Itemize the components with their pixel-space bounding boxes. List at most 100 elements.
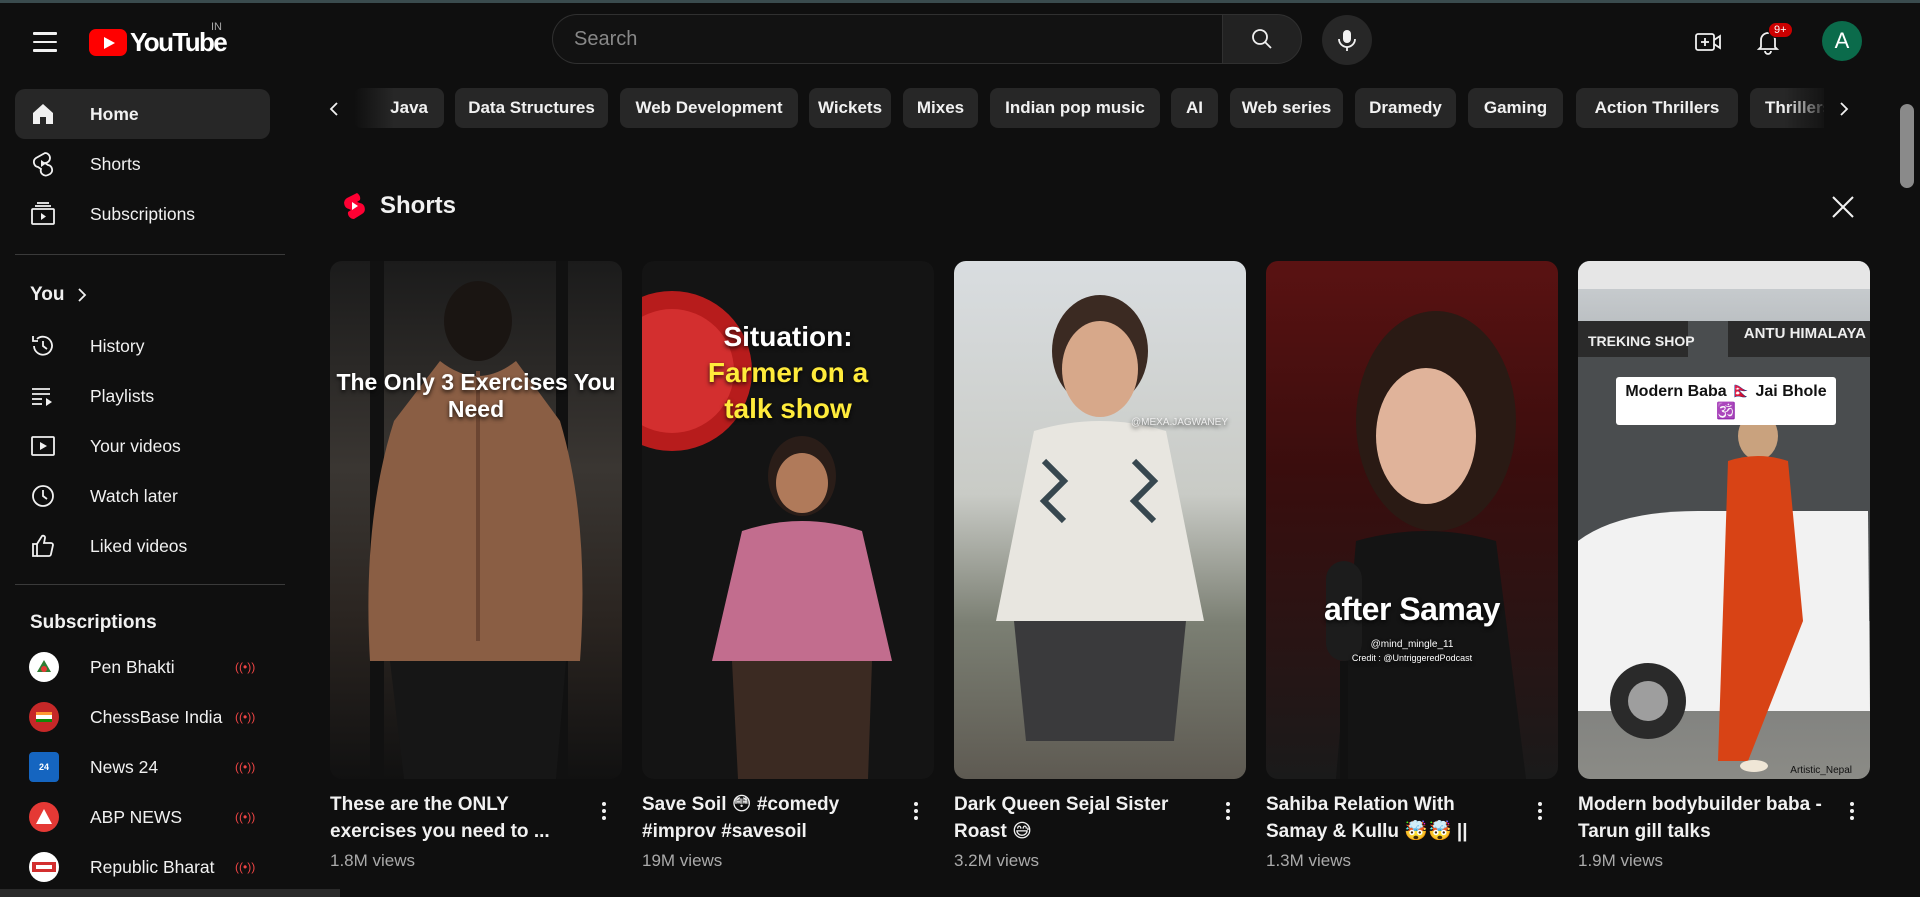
thumbnail-overlay-text: Situation: Farmer on a talk show bbox=[642, 319, 934, 427]
sidebar-item-liked-videos[interactable]: Liked videos bbox=[15, 521, 270, 571]
chip[interactable]: Indian pop music bbox=[990, 88, 1160, 128]
chip-scroll-right-button[interactable] bbox=[1824, 88, 1864, 130]
sidebar-item-history[interactable]: History bbox=[15, 321, 270, 371]
history-icon bbox=[29, 332, 57, 360]
dismiss-shorts-button[interactable] bbox=[1826, 190, 1860, 224]
chevron-right-icon bbox=[1840, 102, 1849, 116]
sidebar-item-subscriptions[interactable]: Subscriptions bbox=[15, 189, 270, 239]
subscription-label: ABP NEWS bbox=[90, 806, 183, 827]
home-icon bbox=[29, 100, 57, 128]
short-title[interactable]: Dark Queen Sejal Sister Roast 😅 bbox=[954, 791, 1199, 845]
chip-scroll-left-button[interactable] bbox=[314, 88, 354, 130]
create-button[interactable] bbox=[1688, 22, 1728, 62]
sidebar-divider bbox=[15, 584, 285, 585]
chip[interactable]: Action Thrillers bbox=[1576, 88, 1738, 128]
live-icon: ((•)) bbox=[235, 660, 256, 674]
search-icon bbox=[1252, 29, 1272, 49]
chip[interactable]: Wickets bbox=[809, 88, 891, 128]
voice-search-button[interactable] bbox=[1322, 15, 1372, 65]
short-title[interactable]: Sahiba Relation With Samay & Kullu 🤯🤯 ||… bbox=[1266, 791, 1511, 845]
sidebar-item-shorts[interactable]: Shorts bbox=[15, 139, 270, 189]
account-avatar[interactable]: A bbox=[1822, 21, 1862, 61]
sidebar-item-label: Liked videos bbox=[90, 535, 188, 556]
channel-avatar bbox=[29, 852, 59, 882]
microphone-icon bbox=[1338, 30, 1356, 51]
more-actions-icon[interactable] bbox=[1528, 796, 1552, 826]
short-thumbnail[interactable]: @MEXA.JAGWANEY bbox=[954, 261, 1246, 779]
short-title[interactable]: Save Soil 😳 #comedy #improv #savesoil bbox=[642, 791, 887, 845]
thumbnail-watermark: @MEXA.JAGWANEY bbox=[1130, 417, 1228, 428]
more-actions-icon[interactable] bbox=[592, 796, 616, 826]
sidebar-item-watch-later[interactable]: Watch later bbox=[15, 471, 270, 521]
subscription-abp-news[interactable]: ABP NEWS ((•)) bbox=[15, 792, 270, 842]
search-button[interactable] bbox=[1222, 14, 1302, 64]
chip[interactable]: Data Structures bbox=[455, 88, 608, 128]
subscriptions-section-title: Subscriptions bbox=[30, 612, 157, 633]
short-card[interactable]: after Samay @mind_mingle_11 Credit : @Un… bbox=[1266, 261, 1558, 871]
short-thumbnail[interactable]: TREKING SHOP ANTU HIMALAYA Modern Baba 🇳… bbox=[1578, 261, 1870, 779]
more-actions-icon[interactable] bbox=[1216, 796, 1240, 826]
thumbnail-overlay-text: Modern Baba 🇳🇵 Jai Bhole 🕉️ bbox=[1616, 377, 1836, 425]
overlay-line-2: Farmer on a talk show bbox=[707, 357, 869, 424]
sidebar-item-label: Home bbox=[90, 103, 139, 124]
sidebar: Home Shorts Subscriptions You History Pl… bbox=[0, 77, 285, 897]
channel-avatar bbox=[29, 702, 59, 732]
short-thumbnail[interactable]: Situation: Farmer on a talk show bbox=[642, 261, 934, 779]
notifications-button[interactable]: 9+ bbox=[1748, 22, 1793, 62]
sidebar-divider bbox=[15, 254, 285, 255]
sidebar-item-your-videos[interactable]: Your videos bbox=[15, 421, 270, 471]
sidebar-item-label: History bbox=[90, 335, 145, 356]
channel-avatar bbox=[29, 652, 59, 682]
page-scrollbar[interactable] bbox=[1900, 104, 1914, 188]
thumbnail-watermark: Artistic_Nepal bbox=[1790, 765, 1852, 776]
short-card[interactable]: Situation: Farmer on a talk show Save So… bbox=[642, 261, 934, 871]
chip[interactable]: Web Development bbox=[620, 88, 798, 128]
short-card[interactable]: @MEXA.JAGWANEY Dark Queen Sejal Sister R… bbox=[954, 261, 1246, 871]
subscription-republic-bharat[interactable]: Republic Bharat ((•)) bbox=[15, 842, 270, 892]
chip-list: Java Data Structures Web Development Wic… bbox=[354, 88, 1824, 130]
subscriptions-icon bbox=[29, 200, 57, 228]
short-card[interactable]: The Only 3 Exercises You Need These are … bbox=[330, 261, 622, 871]
search-input[interactable] bbox=[553, 15, 1222, 63]
channel-avatar: 24 bbox=[29, 752, 59, 782]
chip[interactable]: Gaming bbox=[1468, 88, 1563, 128]
shorts-logo-icon bbox=[344, 193, 365, 220]
close-icon bbox=[1832, 196, 1854, 218]
short-views: 19M views bbox=[642, 851, 723, 870]
youtube-logo[interactable]: YouTube IN bbox=[89, 21, 228, 57]
chip[interactable]: Mixes bbox=[903, 88, 978, 128]
search-box bbox=[552, 14, 1222, 64]
subscription-label: Pen Bhakti bbox=[90, 656, 175, 677]
search-bar bbox=[552, 14, 1302, 64]
short-title[interactable]: Modern bodybuilder baba - Tarun gill tal… bbox=[1578, 791, 1823, 845]
sidebar-item-playlists[interactable]: Playlists bbox=[15, 371, 270, 421]
your-videos-icon bbox=[29, 432, 57, 460]
short-card[interactable]: TREKING SHOP ANTU HIMALAYA Modern Baba 🇳… bbox=[1578, 261, 1870, 871]
thumbnail-art bbox=[996, 295, 1204, 741]
thumbnail-overlay-subtext: @mind_mingle_11 bbox=[1370, 639, 1454, 650]
browser-status-bar bbox=[0, 889, 340, 897]
playlists-icon bbox=[29, 382, 57, 410]
subscription-chessbase-india[interactable]: ChessBase India ((•)) bbox=[15, 692, 270, 742]
more-actions-icon[interactable] bbox=[1840, 796, 1864, 826]
short-title[interactable]: These are the ONLY exercises you need to… bbox=[330, 791, 575, 845]
subscription-pen-bhakti[interactable]: Pen Bhakti ((•)) bbox=[15, 642, 270, 692]
subscription-label: ChessBase India bbox=[90, 706, 223, 727]
hamburger-menu-icon[interactable] bbox=[26, 23, 64, 61]
subscription-news-24[interactable]: 24 News 24 ((•)) bbox=[15, 742, 270, 792]
short-views: 1.9M views bbox=[1578, 851, 1664, 870]
live-icon: ((•)) bbox=[235, 760, 256, 774]
sign-text-2: ANTU HIMALAYA bbox=[1743, 325, 1866, 342]
chip[interactable]: AI bbox=[1171, 88, 1218, 128]
shorts-icon bbox=[29, 150, 57, 178]
short-thumbnail[interactable]: after Samay @mind_mingle_11 Credit : @Un… bbox=[1266, 261, 1558, 779]
chevron-left-icon bbox=[329, 102, 338, 116]
chip[interactable]: Dramedy bbox=[1355, 88, 1456, 128]
sidebar-item-home[interactable]: Home bbox=[15, 89, 270, 139]
clock-icon bbox=[29, 482, 57, 510]
more-actions-icon[interactable] bbox=[904, 796, 928, 826]
short-thumbnail[interactable]: The Only 3 Exercises You Need bbox=[330, 261, 622, 779]
masthead: YouTube IN 9+ A bbox=[0, 3, 1920, 77]
chip[interactable]: Web series bbox=[1230, 88, 1343, 128]
you-section-header[interactable]: You bbox=[30, 284, 92, 306]
